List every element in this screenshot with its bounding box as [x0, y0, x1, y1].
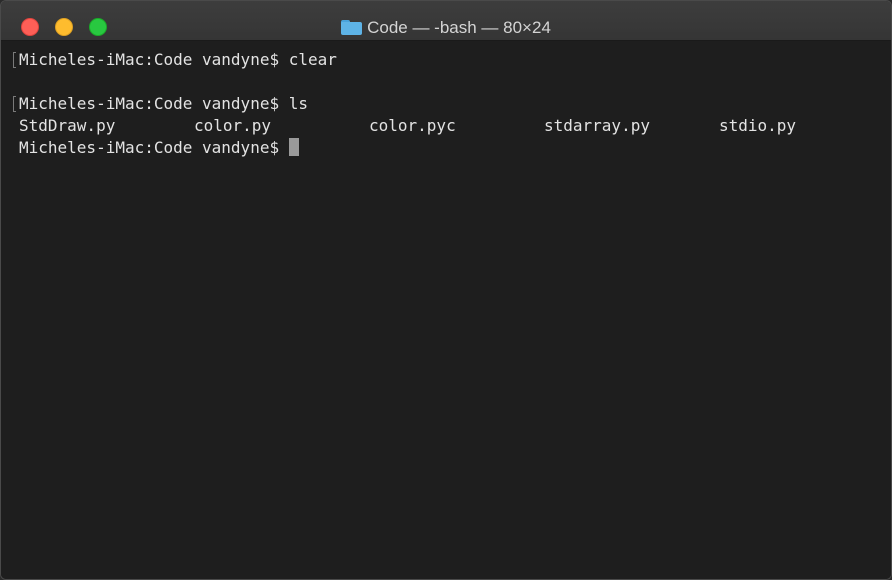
ls-item: stdio.py [719, 116, 797, 135]
folder-icon [341, 20, 363, 35]
title-bar[interactable]: Code — -bash — 80×24 [1, 1, 891, 41]
ls-item: stdarray.py [544, 116, 650, 135]
terminal-line: Micheles-iMac:Code vandyne$ [19, 137, 891, 159]
prompt: Micheles-iMac:Code vandyne$ [19, 50, 280, 69]
terminal-line: Micheles-iMac:Code vandyne$ clear [13, 49, 891, 71]
prompt: Micheles-iMac:Code vandyne$ [19, 138, 280, 157]
ls-item: StdDraw.py [19, 116, 116, 135]
prompt: Micheles-iMac:Code vandyne$ [19, 94, 280, 113]
terminal-content[interactable]: Micheles-iMac:Code vandyne$ clear Michel… [1, 41, 891, 579]
terminal-window: Code — -bash — 80×24 Micheles-iMac:Code … [0, 0, 892, 580]
command: clear [288, 50, 337, 69]
terminal-line: Micheles-iMac:Code vandyne$ ls [13, 93, 891, 115]
command-mark [13, 52, 16, 68]
ls-item: color.py [194, 116, 272, 135]
command-mark [13, 96, 16, 112]
ls-output-row: StdDraw.py color.py color.pyc stdarray.p… [19, 115, 891, 137]
text-cursor [289, 138, 300, 156]
ls-item: color.pyc [369, 116, 456, 135]
window-title: Code — -bash — 80×24 [367, 18, 551, 37]
window-title-container: Code — -bash — 80×24 [1, 18, 891, 38]
command: ls [288, 94, 308, 113]
